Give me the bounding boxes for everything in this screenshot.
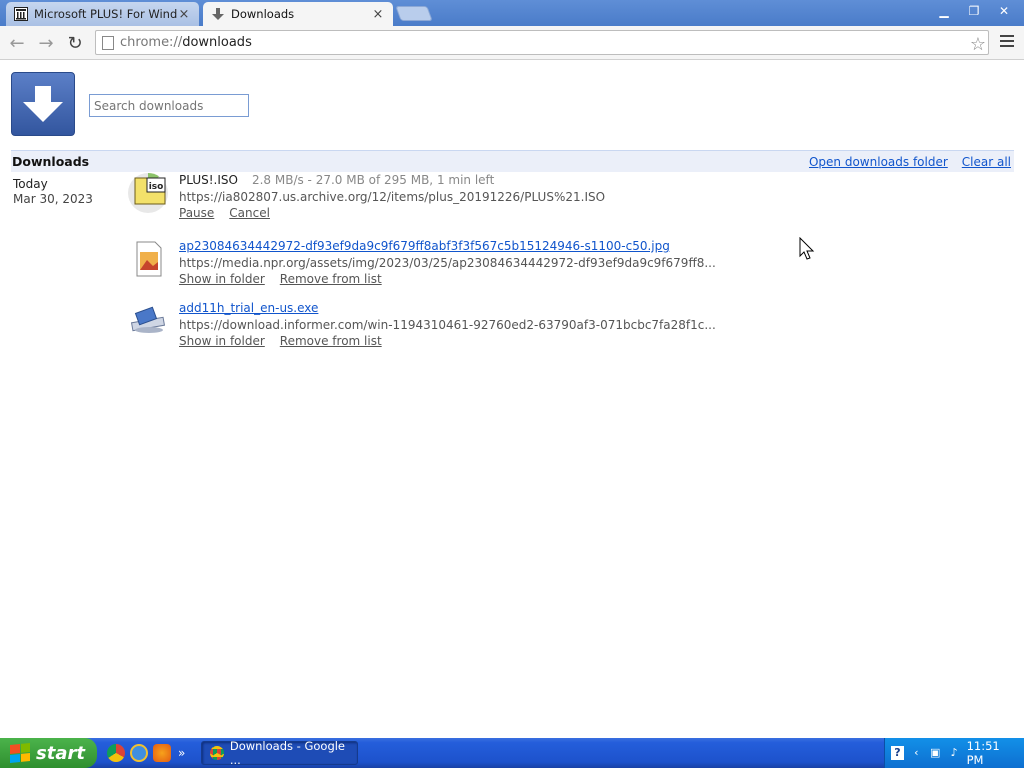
download-status: 2.8 MB/s - 27.0 MB of 295 MB, 1 min left — [251, 173, 495, 187]
windows-logo-icon — [10, 742, 30, 764]
forward-icon[interactable]: → — [35, 32, 57, 54]
clear-all-link[interactable]: Clear all — [962, 155, 1011, 169]
remove-from-list-link[interactable]: Remove from list — [280, 272, 382, 286]
volume-icon[interactable]: ♪ — [948, 746, 961, 760]
url-scheme: chrome:// — [120, 35, 183, 50]
close-icon[interactable]: × — [177, 7, 191, 22]
new-tab-button[interactable] — [395, 6, 433, 21]
reload-icon[interactable]: ↻ — [64, 32, 86, 54]
close-window-icon[interactable]: ✕ — [990, 2, 1018, 20]
url-host: downloads — [182, 35, 252, 50]
open-downloads-folder-link[interactable]: Open downloads folder — [809, 155, 948, 169]
exe-file-icon — [127, 300, 169, 342]
file-name-link[interactable]: ap23084634442972-df93ef9da9c9f679ff8abf3… — [179, 238, 779, 254]
search-input[interactable] — [89, 94, 249, 117]
page-title: Downloads — [12, 154, 90, 169]
tab-title: Microsoft PLUS! For Window — [34, 7, 177, 21]
svg-text:iso: iso — [149, 182, 164, 192]
chrome-icon — [210, 746, 224, 760]
bookmark-star-icon[interactable]: ☆ — [970, 34, 986, 55]
pause-link[interactable]: Pause — [179, 206, 214, 220]
date-group-date: Mar 30, 2023 — [13, 192, 93, 206]
file-url: https://media.npr.org/assets/img/2023/03… — [179, 256, 716, 270]
downloads-header: Downloads Open downloads folder Clear al… — [11, 150, 1014, 172]
network-icon[interactable]: ▣ — [929, 746, 942, 760]
file-name-link[interactable]: add11h_trial_en-us.exe — [179, 300, 779, 316]
start-label: start — [36, 742, 85, 764]
tray-expand-icon[interactable]: ‹ — [910, 746, 923, 760]
show-in-folder-link[interactable]: Show in folder — [179, 272, 265, 286]
address-bar[interactable]: chrome://downloads — [95, 30, 989, 55]
firefox-icon[interactable] — [153, 744, 171, 762]
chrome-icon[interactable] — [107, 744, 125, 762]
show-in-folder-link[interactable]: Show in folder — [179, 334, 265, 348]
remove-from-list-link[interactable]: Remove from list — [280, 334, 382, 348]
file-name: PLUS!.ISO — [179, 173, 238, 187]
window-controls: ▁ ❐ ✕ — [930, 2, 1018, 20]
tab-downloads[interactable]: Downloads × — [203, 2, 393, 26]
back-icon[interactable]: ← — [6, 32, 28, 54]
taskbar-button-label: Downloads - Google ... — [229, 739, 346, 767]
internet-explorer-icon[interactable] — [130, 744, 148, 762]
minimize-icon[interactable]: ▁ — [930, 2, 958, 20]
menu-icon[interactable] — [1000, 35, 1014, 50]
mouse-cursor-icon — [799, 237, 815, 260]
clock: 11:51 PM — [966, 739, 1000, 767]
tab-strip: Microsoft PLUS! For Window × Downloads ×… — [0, 0, 1024, 26]
iso-file-icon: iso — [127, 172, 169, 214]
date-group-label: Today — [13, 177, 48, 191]
system-tray: ? ‹ ▣ ♪ 11:51 PM — [884, 738, 1024, 768]
archive-org-icon — [14, 7, 28, 21]
start-button[interactable]: start — [0, 738, 97, 768]
quick-launch: » — [107, 744, 185, 762]
tab-title: Downloads — [231, 7, 295, 21]
file-url: https://download.informer.com/win-119431… — [179, 318, 716, 332]
download-arrow-icon — [211, 7, 225, 21]
restore-icon[interactable]: ❐ — [960, 2, 988, 20]
browser-toolbar: ← → ↻ chrome://downloads ☆ — [0, 26, 1024, 60]
tab-microsoft-plus[interactable]: Microsoft PLUS! For Window × — [6, 2, 199, 26]
date-group: Today Mar 30, 2023 — [13, 177, 93, 206]
taskbar-button-downloads[interactable]: Downloads - Google ... — [201, 739, 358, 767]
file-url: https://ia802807.us.archive.org/12/items… — [179, 190, 606, 204]
help-icon[interactable]: ? — [891, 746, 904, 760]
taskbar: start » Downloads - Google ... ? ‹ ▣ ♪ 1… — [0, 738, 1024, 768]
image-file-icon — [127, 238, 169, 280]
cancel-link[interactable]: Cancel — [229, 206, 270, 220]
downloads-logo-icon — [11, 72, 75, 136]
quick-launch-more-icon[interactable]: » — [178, 746, 185, 760]
page-icon — [102, 35, 114, 50]
close-icon[interactable]: × — [371, 7, 385, 22]
